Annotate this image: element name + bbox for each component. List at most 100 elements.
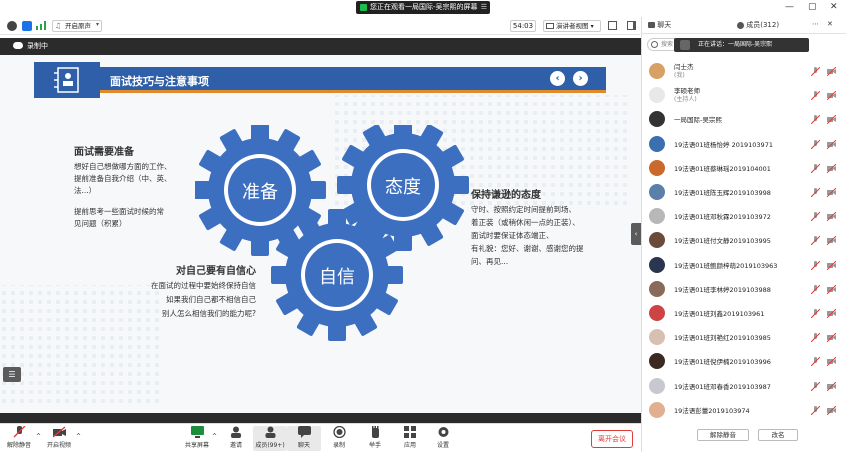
tab-members[interactable]: 成员(312) — [737, 20, 779, 30]
mic-muted-icon[interactable] — [810, 90, 821, 101]
more-icon[interactable]: ⋯ — [812, 20, 819, 28]
member-row[interactable]: 19法语01班邓春香2019103987 — [649, 376, 844, 396]
camera-off-icon[interactable] — [826, 236, 837, 246]
record-button[interactable]: 录制 — [322, 426, 356, 449]
member-row[interactable]: 19法语01班陈玉辉2019103998 — [649, 182, 844, 202]
apps-button[interactable]: 应用 — [393, 426, 427, 449]
rename-button[interactable]: 改名 — [758, 429, 798, 441]
camera-off-icon[interactable] — [826, 357, 837, 367]
mic-muted-icon[interactable] — [810, 381, 821, 391]
chat-button[interactable]: 聊天 — [287, 426, 321, 451]
member-row[interactable]: 19法语01班杨怡婷 2019103971 — [649, 134, 844, 154]
settings-button[interactable]: 设置 — [426, 426, 460, 449]
members-button[interactable]: 成员(99+) — [253, 426, 287, 451]
member-name: 19法语01班倪伊楠2019103996 — [674, 358, 771, 367]
start-video-button[interactable]: 开启视频 — [42, 426, 76, 449]
shield-icon[interactable] — [22, 21, 32, 31]
member-row[interactable]: 19法语01班刘艳红2019103985 — [649, 327, 844, 347]
mic-muted-icon[interactable] — [810, 308, 821, 319]
minimize-icon[interactable]: — — [785, 2, 794, 12]
member-row[interactable]: 一局国际-吴宗熙 — [649, 109, 844, 129]
gear-label-attitude: 态度 — [385, 177, 421, 198]
camera-off-icon[interactable] — [826, 139, 837, 149]
gear-label-prep: 准备 — [242, 182, 278, 203]
mic-muted-icon[interactable] — [810, 332, 821, 343]
camera-off-icon[interactable] — [826, 308, 837, 319]
chevron-up-icon[interactable]: ^ — [76, 433, 81, 440]
mic-muted-icon — [13, 426, 25, 438]
member-row[interactable]: 19法语01班倪伊楠2019103996 — [649, 351, 844, 371]
share-screen-button[interactable]: 共享屏幕 — [180, 426, 214, 449]
mic-muted-icon[interactable] — [810, 211, 821, 222]
member-row[interactable]: 19法语彭蕾2019103974 — [649, 400, 844, 420]
start-video-label: 开启视频 — [46, 442, 71, 449]
sidebar-toggle-icon[interactable] — [627, 21, 636, 30]
mic-muted-icon[interactable] — [810, 260, 821, 270]
original-sound-label: 开启原声 — [65, 22, 91, 30]
avatar — [649, 280, 665, 297]
chevron-up-icon[interactable]: ^ — [212, 433, 217, 440]
meeting-timer: 54:03 — [510, 20, 536, 32]
view-select[interactable]: 演讲者视图 ▾ — [543, 20, 601, 32]
raise-hand-button[interactable]: 举手 — [358, 426, 392, 449]
camera-off-icon[interactable] — [826, 211, 837, 222]
recording-label: 录制中 — [27, 42, 48, 50]
mic-muted-icon[interactable] — [810, 163, 821, 174]
member-name: 19法语01班邓秋霖2019103972 — [674, 213, 771, 222]
tab-chat[interactable]: 聊天 — [648, 20, 671, 30]
camera-off-icon[interactable] — [826, 332, 837, 343]
chevron-up-icon[interactable]: ^ — [36, 433, 41, 440]
list-icon[interactable]: ☰ — [3, 367, 21, 382]
signal-icon[interactable] — [36, 21, 46, 30]
mic-muted-icon[interactable] — [810, 405, 821, 416]
menu-icon[interactable]: ☰ — [481, 1, 487, 14]
member-row[interactable]: 李硕老师 (主持人) — [649, 85, 844, 105]
camera-off-icon[interactable] — [826, 260, 837, 270]
maximize-icon[interactable]: ▢ — [808, 2, 817, 12]
mic-muted-icon[interactable] — [810, 236, 821, 246]
member-row[interactable]: 19法语01班刘鑫2019103961 — [649, 303, 844, 323]
original-sound-button[interactable]: ♫ 开启原声 — [52, 20, 102, 32]
chevron-down-icon[interactable]: ▾ — [96, 21, 99, 28]
camera-off-icon[interactable] — [826, 90, 837, 101]
close-icon[interactable]: ✕ — [830, 2, 838, 12]
camera-off-icon[interactable] — [826, 66, 837, 77]
speaking-text: 正在讲话：一局国际-吴宗熙 — [698, 41, 773, 48]
prev-arrow-icon[interactable]: ‹ — [550, 71, 565, 86]
tab-chat-label: 聊天 — [657, 21, 672, 29]
member-row[interactable]: 19法语01班蔡琳瑶2019104001 — [649, 158, 844, 178]
member-name: 19法语01班陈玉辉2019103998 — [674, 189, 771, 197]
share-status-banner[interactable]: 您正在观看一局国际-吴宗熙的屏幕 ☰ — [356, 1, 490, 14]
info-icon[interactable] — [7, 21, 17, 31]
camera-off-icon[interactable] — [826, 115, 837, 125]
mic-muted-icon[interactable] — [810, 187, 821, 198]
member-row[interactable]: 19法语01班邓秋霖2019103972 — [649, 206, 844, 226]
avatar — [649, 377, 665, 394]
mic-muted-icon[interactable] — [810, 115, 821, 125]
avatar — [649, 256, 665, 273]
member-row[interactable]: 闫士杰 (我) — [649, 61, 844, 81]
invite-button[interactable]: 邀请 — [219, 426, 253, 449]
mic-muted-icon[interactable] — [810, 284, 821, 295]
mic-muted-icon[interactable] — [810, 357, 821, 367]
unmute-all-button[interactable]: 解除静音 — [697, 429, 749, 441]
unmute-button[interactable]: 解除静音 — [2, 426, 36, 449]
collapse-panel-icon[interactable]: ‹ — [631, 223, 641, 245]
close-panel-icon[interactable]: ✕ — [827, 20, 833, 28]
tab-members-label: 成员(312) — [746, 21, 780, 29]
member-name: 19法语彭蕾2019103974 — [674, 406, 750, 415]
member-name: 19法语01班李林婷2019103988 — [674, 285, 771, 294]
camera-off-icon[interactable] — [826, 187, 837, 198]
leave-meeting-button[interactable]: 离开会议 — [591, 430, 633, 448]
mic-muted-icon[interactable] — [810, 66, 821, 77]
mic-muted-icon[interactable] — [810, 139, 821, 149]
member-row[interactable]: 19法语01班付文静2019103995 — [649, 230, 844, 250]
member-row[interactable]: 19法语01班李林婷2019103988 — [649, 279, 844, 299]
member-row[interactable]: 19法语01班鲍颜梓萌2019103963 — [649, 255, 844, 275]
next-arrow-icon[interactable]: › — [573, 71, 588, 86]
camera-off-icon[interactable] — [826, 381, 837, 391]
camera-off-icon[interactable] — [826, 163, 837, 174]
camera-off-icon[interactable] — [826, 284, 837, 295]
fullscreen-icon[interactable] — [608, 21, 617, 30]
camera-off-icon[interactable] — [826, 405, 837, 416]
